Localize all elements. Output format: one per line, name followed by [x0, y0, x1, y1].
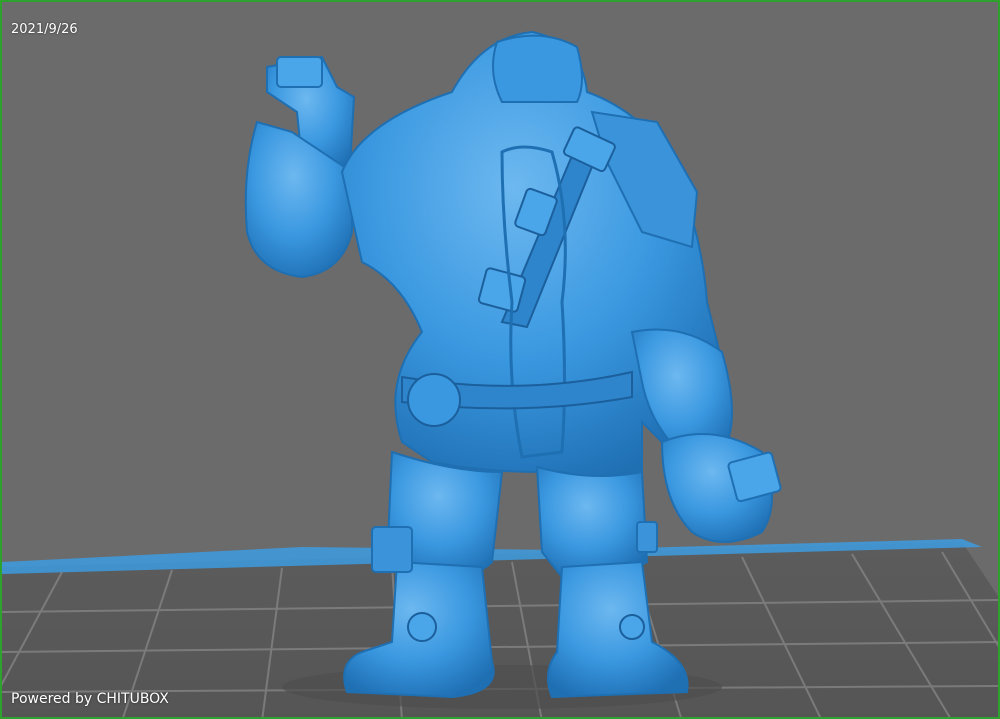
date-label: 2021/9/26	[11, 22, 78, 37]
powered-by-label: Powered by CHITUBOX	[11, 691, 169, 707]
scene-canvas[interactable]	[2, 2, 1000, 719]
3d-viewport[interactable]: 2021/9/26 Powered by CHITUBOX	[0, 0, 1000, 719]
